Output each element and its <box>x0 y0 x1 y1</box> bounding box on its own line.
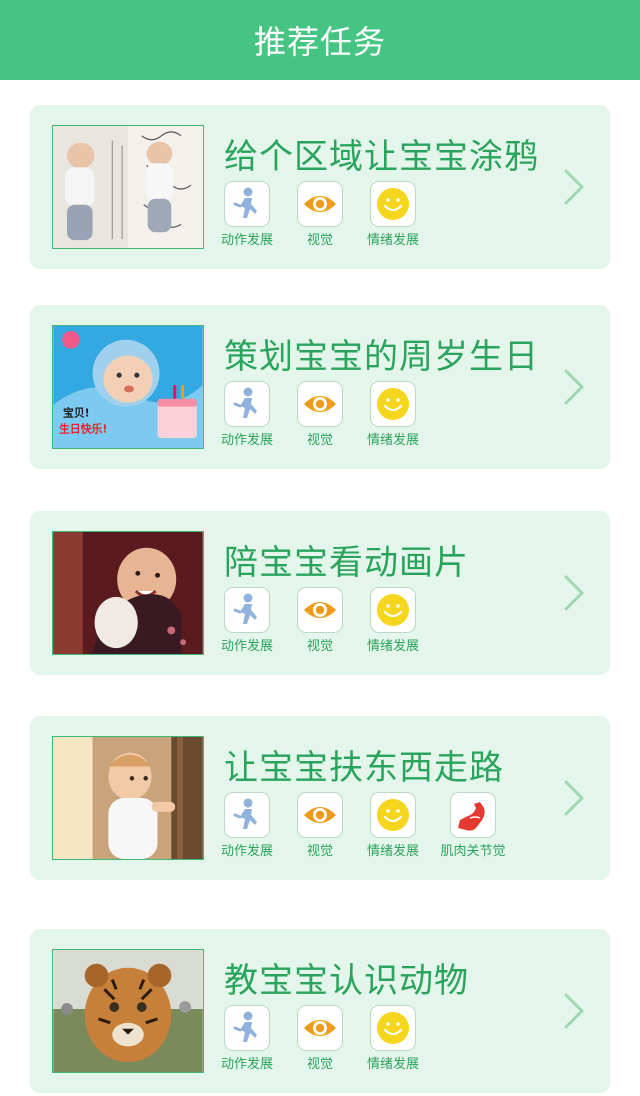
chevron-right-icon <box>562 167 586 207</box>
running-figure-icon <box>224 1005 270 1051</box>
chevron-right-icon <box>562 778 586 818</box>
running-figure-icon <box>224 587 270 633</box>
running-figure-icon <box>224 792 270 838</box>
tag-emotion: 情绪发展 <box>358 1005 428 1072</box>
tag-visual: 视觉 <box>285 381 355 448</box>
running-figure-icon <box>224 381 270 427</box>
running-figure-icon <box>224 181 270 227</box>
tag-emotion: 情绪发展 <box>358 381 428 448</box>
eye-icon <box>297 181 343 227</box>
task-title: 策划宝宝的周岁生日 <box>224 337 539 377</box>
smiley-face-icon <box>370 587 416 633</box>
tag-proprioception: 肌肉关节觉 <box>433 792 513 859</box>
task-image-baby-smiling <box>52 531 204 655</box>
task-card-animals[interactable]: 教宝宝认识动物 动作发展 视觉 情绪发展 <box>30 929 610 1093</box>
chevron-right-icon <box>562 991 586 1031</box>
svg-text:生日快乐!: 生日快乐! <box>59 421 107 435</box>
task-title: 陪宝宝看动画片 <box>224 543 469 583</box>
eye-icon <box>297 792 343 838</box>
birthday-caption: 宝贝! 生日快乐! <box>59 406 107 436</box>
tag-emotion: 情绪发展 <box>358 181 428 248</box>
task-card-walking[interactable]: 让宝宝扶东西走路 动作发展 视觉 情绪发展 肌肉关节觉 <box>30 716 610 880</box>
tag-visual: 视觉 <box>285 587 355 654</box>
task-title: 让宝宝扶东西走路 <box>224 748 504 788</box>
svg-text:宝贝!: 宝贝! <box>63 406 90 420</box>
task-title: 教宝宝认识动物 <box>224 961 469 1001</box>
tag-emotion: 情绪发展 <box>358 587 428 654</box>
page-title: 推荐任务 <box>253 23 386 61</box>
tag-motor: 动作发展 <box>212 1005 282 1072</box>
tag-motor: 动作发展 <box>212 792 282 859</box>
tag-motor: 动作发展 <box>212 381 282 448</box>
flexed-arm-icon <box>450 792 496 838</box>
tag-motor: 动作发展 <box>212 181 282 248</box>
smiley-face-icon <box>370 1005 416 1051</box>
eye-icon <box>297 381 343 427</box>
task-title: 给个区域让宝宝涂鸦 <box>224 137 539 177</box>
eye-icon <box>297 587 343 633</box>
smiley-face-icon <box>370 381 416 427</box>
eye-icon <box>297 1005 343 1051</box>
tag-visual: 视觉 <box>285 181 355 248</box>
task-card-doodle[interactable]: 给个区域让宝宝涂鸦 动作发展 视觉 情绪发展 <box>30 105 610 269</box>
chevron-right-icon <box>562 573 586 613</box>
task-image-baby-walking <box>52 736 204 860</box>
tag-visual: 视觉 <box>285 1005 355 1072</box>
task-image-tiger-cub <box>52 949 204 1073</box>
task-card-birthday[interactable]: 宝贝! 生日快乐! 策划宝宝的周岁生日 动作发展 视觉 情绪发展 <box>30 305 610 469</box>
tag-emotion: 情绪发展 <box>358 792 428 859</box>
tag-visual: 视觉 <box>285 792 355 859</box>
smiley-face-icon <box>370 181 416 227</box>
page-header: 推荐任务 <box>0 0 640 80</box>
task-card-cartoon[interactable]: 陪宝宝看动画片 动作发展 视觉 情绪发展 <box>30 511 610 675</box>
chevron-right-icon <box>562 367 586 407</box>
task-image-birthday: 宝贝! 生日快乐! <box>52 325 204 449</box>
tag-motor: 动作发展 <box>212 587 282 654</box>
smiley-face-icon <box>370 792 416 838</box>
task-image-baby-drawing <box>52 125 204 249</box>
